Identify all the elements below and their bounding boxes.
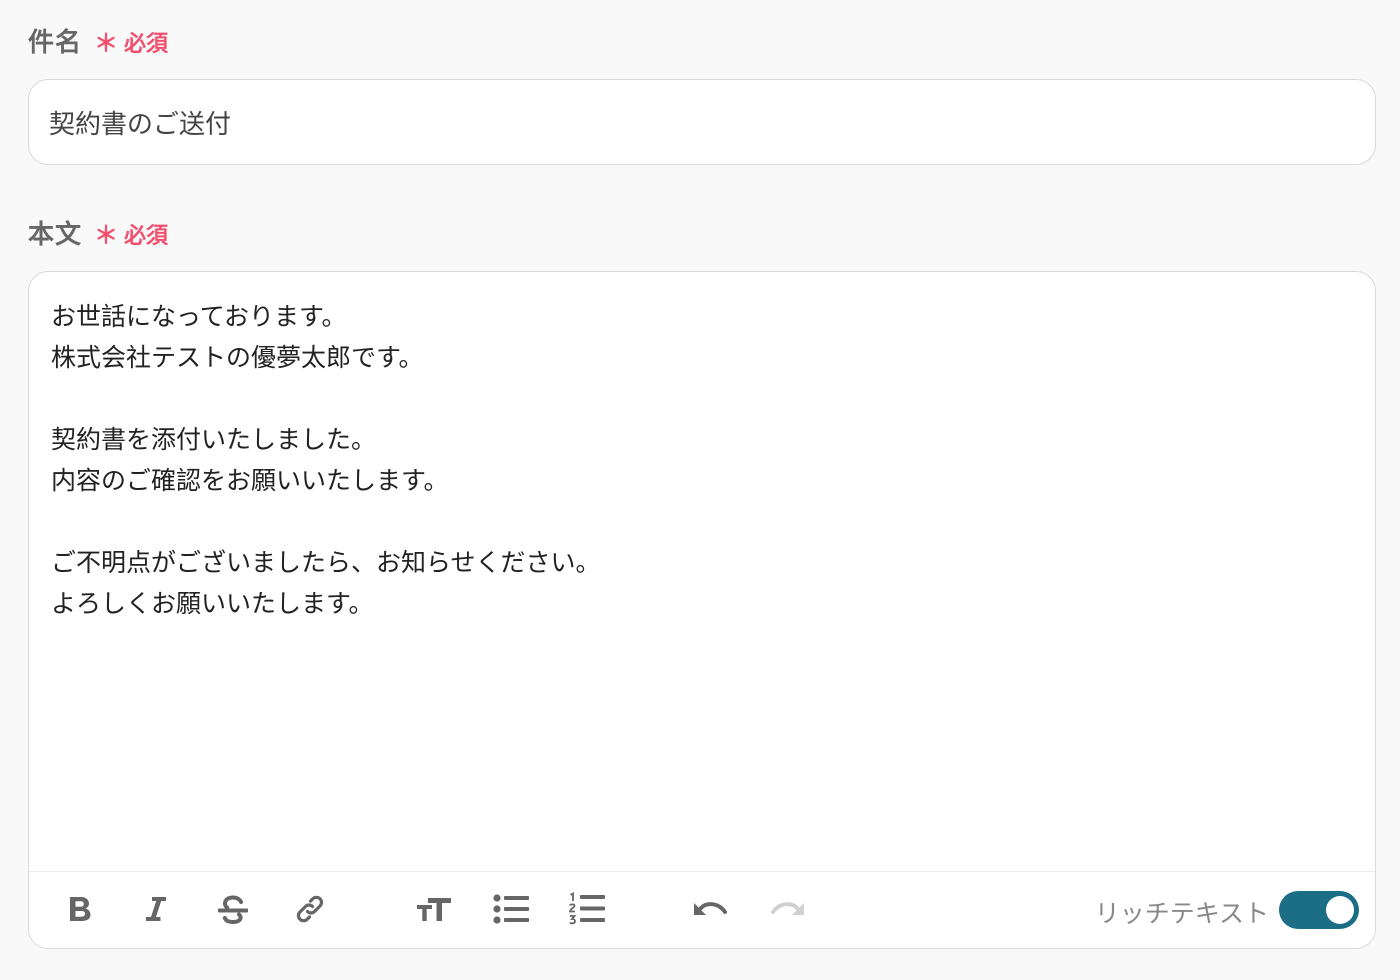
bulleted-list-icon <box>493 894 529 924</box>
bold-button[interactable] <box>57 886 103 932</box>
undo-icon <box>694 902 727 915</box>
link-button[interactable] <box>287 886 333 932</box>
link-icon <box>296 895 324 923</box>
body-text-area[interactable]: お世話になっております。 株式会社テストの優夢太郎です。 契約書を添付いたしまし… <box>29 272 1375 872</box>
redo-icon <box>771 902 804 915</box>
subject-input[interactable]: 契約書のご送付 <box>28 79 1376 165</box>
body-line <box>51 501 1353 542</box>
body-line <box>51 378 1353 419</box>
numbered-list-icon <box>569 892 605 925</box>
italic-button[interactable] <box>133 886 179 932</box>
rich-text-label: リッチテキスト <box>1094 899 1269 928</box>
text-size-icon <box>417 898 451 921</box>
body-line: よろしくお願いいたします。 <box>51 589 374 618</box>
body-line: お世話になっております。 <box>51 302 347 331</box>
toggle-knob <box>1326 896 1354 924</box>
numbered-list-button[interactable] <box>564 886 610 932</box>
body-label-text: 本文 <box>28 220 83 250</box>
redo-button[interactable] <box>764 886 810 932</box>
required-asterisk: ＊ <box>94 221 119 249</box>
rich-text-toggle[interactable] <box>1279 891 1359 929</box>
body-label: 本文 ＊ 必須 <box>28 214 168 251</box>
italic-icon <box>146 897 166 921</box>
undo-button[interactable] <box>688 886 734 932</box>
required-badge: 必須 <box>124 224 169 249</box>
body-line: 内容のご確認をお願いいたします。 <box>51 466 449 495</box>
body-line: 契約書を添付いたしました。 <box>51 425 377 454</box>
required-asterisk: ＊ <box>94 29 119 57</box>
text-size-button[interactable] <box>411 886 457 932</box>
strikethrough-button[interactable] <box>210 886 256 932</box>
subject-label-text: 件名 <box>28 28 83 58</box>
formatting-toolbar: リッチテキスト <box>29 871 1375 948</box>
body-line: 株式会社テストの優夢太郎です。 <box>51 343 424 372</box>
body-editor-container: お世話になっております。 株式会社テストの優夢太郎です。 契約書を添付いたしまし… <box>28 271 1376 949</box>
subject-label: 件名 ＊ 必須 <box>28 22 168 59</box>
required-badge: 必須 <box>124 32 169 57</box>
bulleted-list-button[interactable] <box>488 886 534 932</box>
bold-icon <box>70 897 91 921</box>
subject-input-value: 契約書のご送付 <box>49 109 232 140</box>
strikethrough-icon <box>218 895 248 924</box>
body-line: ご不明点がございましたら、お知らせください。 <box>51 548 601 577</box>
